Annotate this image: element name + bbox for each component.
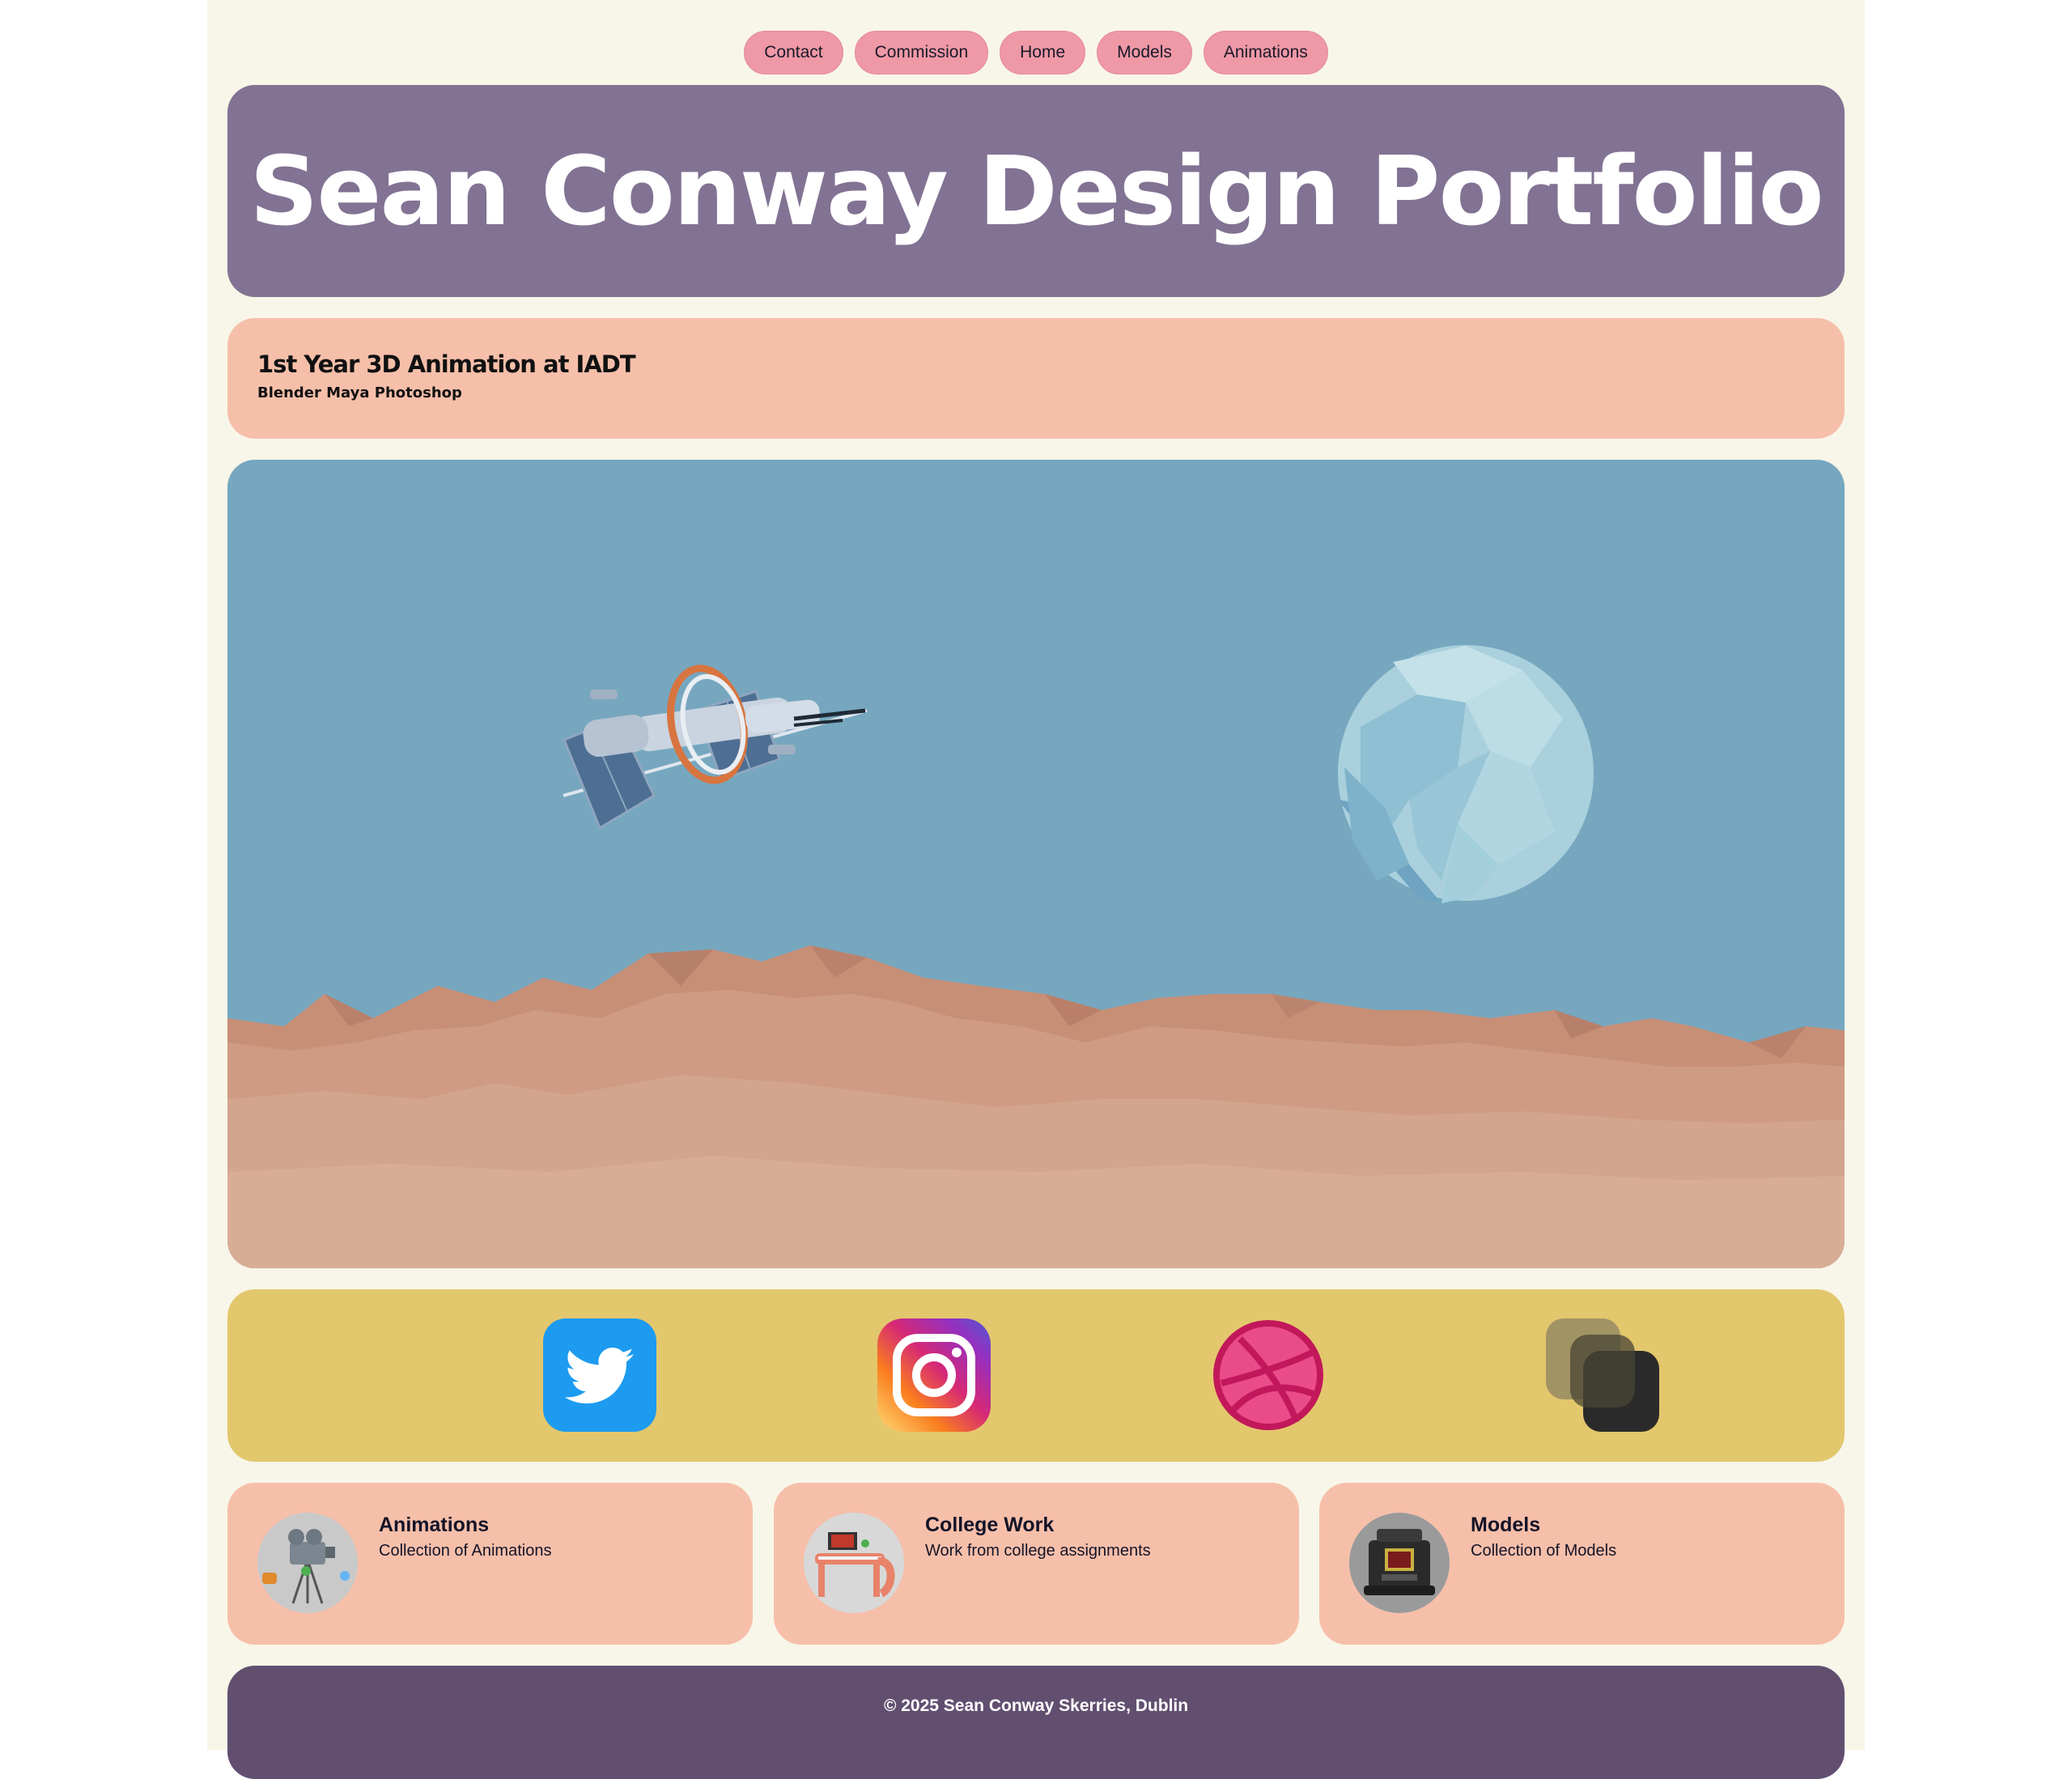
nav-contact-button[interactable]: Contact (744, 31, 843, 74)
robot-thumbnail (1349, 1513, 1450, 1613)
nav-animations-button[interactable]: Animations (1203, 31, 1328, 74)
nav-commission-button[interactable]: Commission (854, 31, 989, 74)
nav-home-button[interactable]: Home (1000, 31, 1086, 74)
space-scene-illustration (227, 645, 1845, 1268)
hero-render (227, 460, 1845, 1268)
desert-mountains (227, 945, 1845, 1268)
hero-banner: Sean Conway Design Portfolio (227, 85, 1845, 297)
nav-models-button[interactable]: Models (1097, 31, 1192, 74)
footer: © 2025 Sean Conway Skerries, Dublin (227, 1666, 1845, 1779)
tools-list: Blender Maya Photoshop (257, 384, 462, 401)
tile-title: Models (1471, 1514, 1541, 1536)
page: Contact Commission Home Models Animation… (207, 0, 1865, 1779)
tile-description: Collection of Animations (379, 1542, 552, 1560)
tile-description: Collection of Models (1471, 1542, 1617, 1560)
top-nav: Contact Commission Home Models Animation… (207, 31, 1865, 74)
tile-title: Animations (379, 1514, 490, 1536)
course-info: 1st Year 3D Animation at IADT Blender Ma… (227, 318, 1845, 439)
desk-thumbnail (804, 1513, 904, 1613)
satellite-illustration (563, 664, 868, 830)
footer-text: © 2025 Sean Conway Skerries, Dublin (883, 1696, 1189, 1715)
page-title: Sean Conway Design Portfolio (249, 135, 1824, 247)
tile-college-work[interactable]: College Work Work from college assignmen… (774, 1483, 1299, 1645)
tile-title: College Work (925, 1514, 1055, 1536)
instagram-icon[interactable] (877, 1318, 991, 1432)
layers-icon[interactable] (1546, 1318, 1659, 1432)
course-heading: 1st Year 3D Animation at IADT (257, 350, 636, 378)
twitter-icon[interactable] (543, 1318, 656, 1432)
camera-thumbnail (257, 1513, 358, 1613)
tile-models[interactable]: Models Collection of Models (1319, 1483, 1845, 1645)
social-links (227, 1289, 1845, 1462)
moon-illustration (1338, 645, 1594, 903)
tile-animations[interactable]: Animations Collection of Animations (227, 1483, 753, 1645)
tile-description: Work from college assignments (925, 1542, 1151, 1560)
dribbble-icon[interactable] (1212, 1318, 1325, 1432)
